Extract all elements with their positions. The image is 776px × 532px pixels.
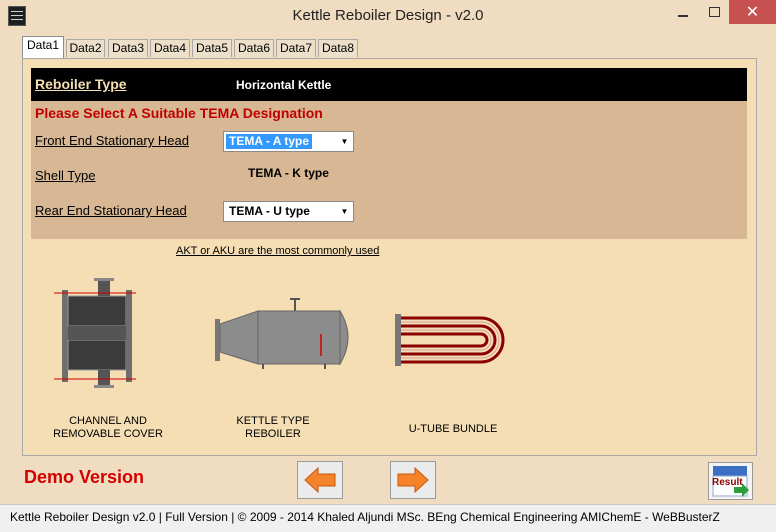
close-icon: ✕ bbox=[745, 4, 760, 21]
front-end-value: TEMA - A type bbox=[226, 134, 312, 149]
next-button[interactable] bbox=[390, 461, 436, 499]
chevron-down-icon: ▼ bbox=[340, 137, 349, 146]
tab-data2[interactable]: Data2 bbox=[66, 39, 105, 57]
tab-data7[interactable]: Data7 bbox=[276, 39, 316, 57]
minimize-icon bbox=[678, 15, 688, 17]
tab-data6[interactable]: Data6 bbox=[234, 39, 274, 57]
result-button[interactable]: Result bbox=[708, 462, 753, 500]
chevron-down-icon: ▼ bbox=[340, 207, 349, 216]
tab-data3[interactable]: Data3 bbox=[108, 39, 148, 57]
rear-end-label: Rear End Stationary Head bbox=[35, 203, 187, 218]
kettle-reboiler-illustration bbox=[215, 298, 349, 369]
window-title: Kettle Reboiler Design - v2.0 bbox=[292, 7, 484, 24]
channel-cover-illustration bbox=[54, 278, 136, 388]
arrow-left-icon bbox=[304, 467, 336, 493]
minimize-button[interactable] bbox=[668, 0, 698, 24]
tab-data4[interactable]: Data4 bbox=[150, 39, 190, 57]
utube-caption: U-TUBE BUNDLE bbox=[408, 423, 498, 435]
rear-end-select[interactable]: TEMA - U type ▼ bbox=[223, 201, 354, 222]
result-label: Result bbox=[712, 477, 743, 488]
rear-end-value: TEMA - U type bbox=[229, 204, 310, 218]
tab-data8[interactable]: Data8 bbox=[318, 39, 358, 57]
close-button[interactable]: ✕ bbox=[729, 0, 776, 24]
front-end-select[interactable]: TEMA - A type ▼ bbox=[223, 131, 354, 152]
u-tube-bundle-illustration bbox=[395, 314, 505, 366]
kettle-caption: KETTLE TYPE REBOILER bbox=[236, 415, 310, 440]
maximize-button[interactable] bbox=[700, 0, 728, 24]
tab-data5[interactable]: Data5 bbox=[192, 39, 232, 57]
shell-type-label: Shell Type bbox=[35, 168, 96, 183]
demo-version-label: Demo Version bbox=[24, 467, 145, 487]
status-text: Kettle Reboiler Design v2.0 | Full Versi… bbox=[10, 510, 720, 524]
maximize-icon bbox=[708, 7, 720, 17]
data1-panel: Reboiler Type Horizontal Kettle Please S… bbox=[22, 58, 757, 456]
channel-caption: CHANNEL AND REMOVABLE COVER bbox=[53, 415, 163, 440]
reboiler-type-bar: Reboiler Type Horizontal Kettle bbox=[31, 68, 747, 101]
tab-data1[interactable]: Data1 bbox=[22, 36, 64, 58]
common-designation-note: AKT or AKU are the most commonly used bbox=[176, 245, 380, 257]
arrow-right-icon bbox=[397, 467, 429, 493]
reboiler-type-label: Reboiler Type bbox=[35, 76, 127, 92]
reboiler-type-value: Horizontal Kettle bbox=[236, 78, 332, 92]
previous-button[interactable] bbox=[297, 461, 343, 499]
status-bar: Kettle Reboiler Design v2.0 | Full Versi… bbox=[0, 504, 776, 532]
front-end-label: Front End Stationary Head bbox=[35, 133, 189, 148]
shell-type-value: TEMA - K type bbox=[248, 166, 329, 180]
tema-designation-box: Please Select A Suitable TEMA Designatio… bbox=[31, 101, 747, 239]
title-bar: Kettle Reboiler Design - v2.0 ✕ bbox=[0, 0, 776, 32]
tema-heading: Please Select A Suitable TEMA Designatio… bbox=[35, 105, 323, 121]
